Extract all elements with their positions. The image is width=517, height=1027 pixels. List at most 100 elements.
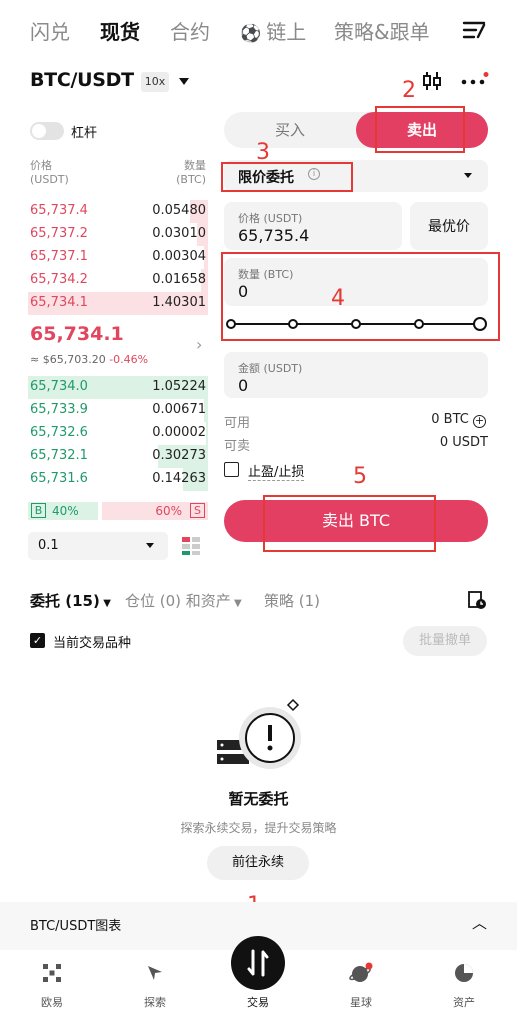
sellable-label: 可卖 xyxy=(224,439,251,454)
ob-qty-unit: (BTC) xyxy=(176,173,206,186)
tab-positions[interactable]: 仓位 (0) 和资产 ▼ xyxy=(125,590,242,611)
candlestick-chart-icon[interactable] xyxy=(421,70,443,96)
bid-price: 65,732.6 xyxy=(30,425,88,440)
annotation-box-5 xyxy=(263,495,436,552)
ask-qty: 1.40301 xyxy=(152,295,206,310)
best-price-button[interactable]: 最优价 xyxy=(410,202,488,250)
tpsl-checkbox[interactable] xyxy=(224,462,239,477)
nav-assets[interactable]: 资产 xyxy=(424,960,504,1009)
bid-row[interactable]: 65,732.6 0.00002 xyxy=(28,422,208,445)
caret-down-icon: ▼ xyxy=(230,598,242,609)
available-value-wrap: 0 BTC + xyxy=(431,412,486,428)
price-field[interactable]: 价格 (USDT) 65,735.4 xyxy=(224,202,402,250)
amount-field[interactable]: 金额 (USDT) 0 xyxy=(224,352,488,398)
planet-icon xyxy=(349,962,373,982)
ask-qty: 0.01658 xyxy=(152,272,206,287)
pie-chart-icon xyxy=(455,964,473,982)
tab-open-orders[interactable]: 委托 (15) ▼ xyxy=(30,590,111,611)
annotation-box-2 xyxy=(375,106,465,153)
bid-price: 65,731.6 xyxy=(30,471,88,486)
chevron-right-icon[interactable]: › xyxy=(196,335,202,354)
add-circle-icon[interactable]: + xyxy=(473,415,486,428)
buy-tab[interactable]: 买入 xyxy=(224,112,356,148)
tab-positions-label: 仓位 (0) 和资产 xyxy=(125,592,231,610)
last-price: 65,734.1 xyxy=(30,323,124,345)
tab-strategy-copy[interactable]: 策略&跟单 xyxy=(334,16,430,45)
caret-down-icon: ▼ xyxy=(99,598,111,609)
bid-row[interactable]: 65,734.0 1.05224 xyxy=(28,376,208,399)
nav-planet[interactable]: 星球 xyxy=(321,960,401,1009)
sellable-value: 0 USDT xyxy=(439,435,488,450)
amount-field-label: 金额 (USDT) xyxy=(238,362,303,375)
bid-row[interactable]: 65,732.1 0.30273 xyxy=(28,445,208,468)
precision-dropdown-icon xyxy=(146,543,154,548)
pair-title[interactable]: BTC/USDT xyxy=(30,69,134,91)
tab-convert[interactable]: 闪兑 xyxy=(30,16,70,45)
ask-price: 65,734.1 xyxy=(30,295,88,310)
ask-row[interactable]: 65,737.2 0.03010 xyxy=(28,223,208,246)
ask-row[interactable]: 65,737.1 0.00304 xyxy=(28,246,208,269)
tab-futures[interactable]: 合约 xyxy=(170,16,210,45)
pair-dropdown-icon[interactable] xyxy=(179,78,189,85)
empty-orders-illustration xyxy=(214,698,304,774)
bid-price: 65,734.0 xyxy=(30,379,88,394)
bid-qty: 1.05224 xyxy=(152,379,206,394)
compass-icon xyxy=(148,966,162,980)
nav-explore[interactable]: 探索 xyxy=(115,960,195,1009)
nav-trade-label: 交易 xyxy=(247,996,269,1009)
ob-price-unit: (USDT) xyxy=(30,173,69,186)
price-field-label: 价格 (USDT) xyxy=(238,212,303,225)
buy-badge: B xyxy=(31,503,46,518)
nav-okx-label: 欧易 xyxy=(41,996,63,1009)
empty-title: 暂无委托 xyxy=(228,790,289,808)
bid-row[interactable]: 65,731.6 0.14263 xyxy=(28,468,208,491)
annotation-num-5: 5 xyxy=(353,464,367,489)
annotation-box-4 xyxy=(221,252,500,341)
bid-price: 65,732.1 xyxy=(30,448,88,463)
buy-sell-ratio: B 40% 60% S xyxy=(28,502,208,520)
leverage-badge: 10x xyxy=(141,72,169,92)
bid-qty: 0.00671 xyxy=(152,402,206,417)
depth-bar xyxy=(206,422,208,445)
bid-row[interactable]: 65,733.9 0.00671 xyxy=(28,399,208,422)
ask-qty: 0.05480 xyxy=(152,203,206,218)
price-field-value: 65,735.4 xyxy=(238,226,310,245)
tpsl-label[interactable]: 止盈/止损 xyxy=(248,461,305,481)
more-icon[interactable] xyxy=(461,72,489,90)
precision-select[interactable]: 0.1 xyxy=(28,532,168,560)
ask-row[interactable]: 65,734.2 0.01658 xyxy=(28,269,208,292)
ask-qty: 0.03010 xyxy=(152,226,206,241)
ask-price: 65,737.1 xyxy=(30,249,88,264)
leverage-toggle[interactable] xyxy=(30,122,64,140)
leverage-label: 杠杆 xyxy=(71,126,98,141)
nav-assets-label: 资产 xyxy=(453,996,475,1009)
bid-price: 65,733.9 xyxy=(30,402,88,417)
order-type-dropdown-icon xyxy=(464,173,472,178)
goto-perp-button[interactable]: 前往永续 xyxy=(207,846,309,880)
ask-row[interactable]: 65,734.1 1.40301 xyxy=(28,292,208,315)
order-history-icon[interactable] xyxy=(467,590,487,614)
ask-price: 65,737.2 xyxy=(30,226,88,241)
tab-spot[interactable]: 现货 xyxy=(100,16,140,45)
nav-planet-label: 星球 xyxy=(350,996,372,1009)
annotation-num-3: 3 xyxy=(256,140,270,165)
available-value: 0 BTC xyxy=(431,412,469,427)
ref-price-row: ≈ $65,703.20 -0.46% xyxy=(30,353,148,366)
amount-field-value: 0 xyxy=(238,376,249,395)
tab-onchain-label: 链上 xyxy=(266,20,307,44)
chevron-up-icon[interactable]: ︿ xyxy=(472,912,487,933)
available-label: 可用 xyxy=(224,416,251,431)
nav-okx[interactable]: 欧易 xyxy=(12,960,92,1009)
ask-row[interactable]: 65,737.4 0.05480 xyxy=(28,200,208,223)
batch-cancel-button[interactable]: 批量撤单 xyxy=(403,626,487,656)
onchain-tab[interactable]: ⚽ 链上 xyxy=(240,16,306,45)
tab-strategy-orders[interactable]: 策略 (1) xyxy=(264,590,320,611)
current-pair-checkbox[interactable]: ✓ xyxy=(30,633,45,648)
tab-open-orders-label: 委托 (15) xyxy=(30,592,100,610)
trade-icon xyxy=(231,936,285,990)
menu-icon[interactable] xyxy=(462,20,486,40)
okx-logo-icon xyxy=(43,964,61,982)
bid-qty: 0.14263 xyxy=(152,471,206,486)
precision-value: 0.1 xyxy=(38,538,59,553)
depth-view-icon[interactable] xyxy=(181,536,201,560)
